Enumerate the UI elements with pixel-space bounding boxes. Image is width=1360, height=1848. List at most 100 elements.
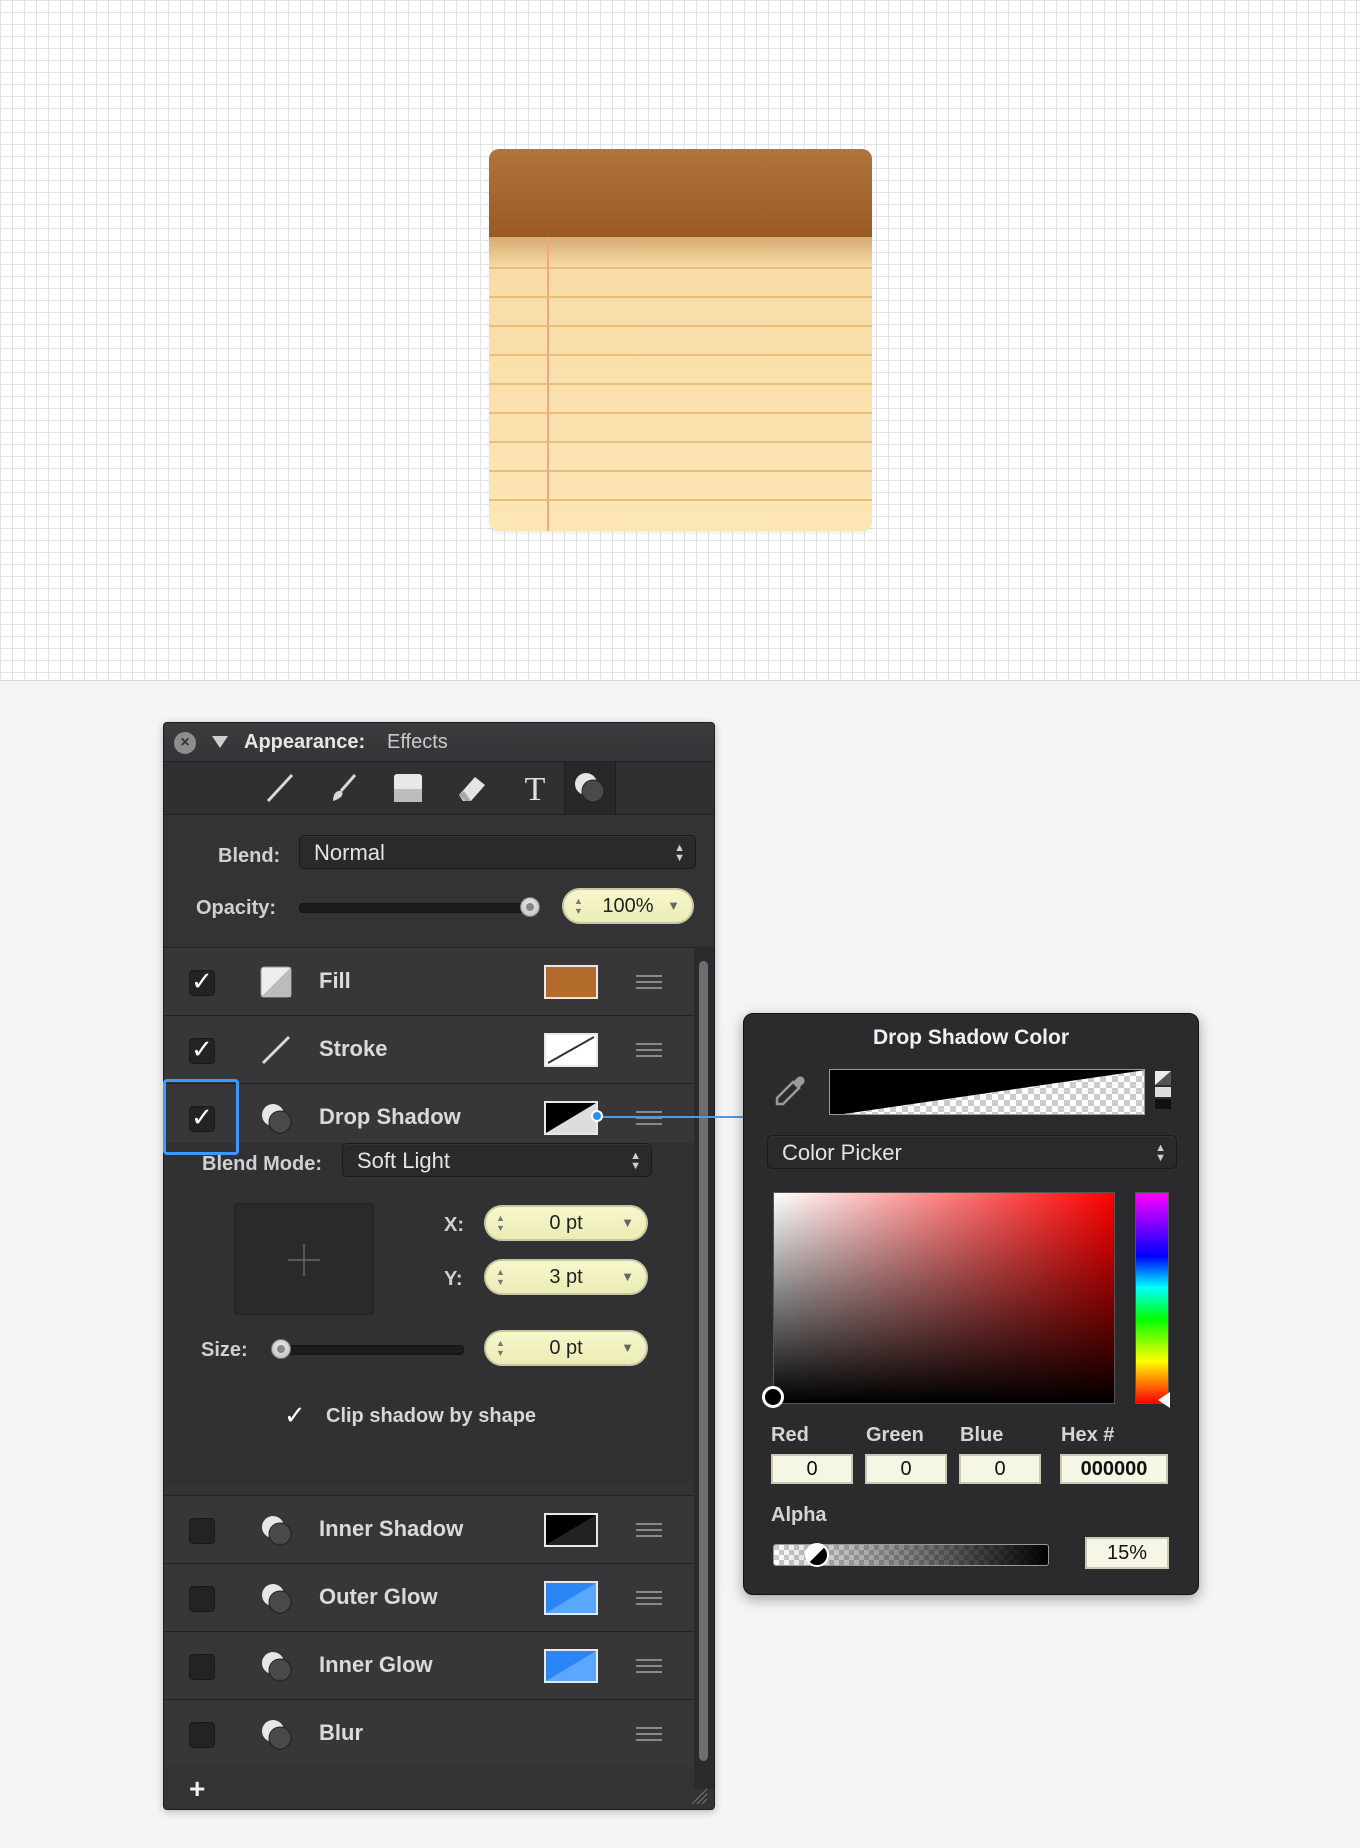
size-slider[interactable]	[272, 1345, 464, 1355]
fill-checkbox[interactable]: ✓	[189, 968, 215, 996]
effect-row-fill[interactable]: ✓ Fill	[164, 947, 694, 1015]
opacity-slider[interactable]	[299, 903, 539, 913]
chevron-down-icon[interactable]: ▼	[621, 1207, 634, 1239]
size-stepper[interactable]: ▲ ▼ 0 pt ▼	[484, 1330, 648, 1366]
opacity-value: 100%	[602, 895, 654, 917]
effect-row-blur[interactable]: Blur	[164, 1699, 694, 1767]
panel-subtitle: Effects	[387, 731, 448, 753]
effect-name: Inner Shadow	[319, 1516, 464, 1541]
drag-handle-icon[interactable]	[636, 1591, 662, 1605]
y-label: Y:	[444, 1268, 463, 1290]
drag-handle-icon[interactable]	[636, 1727, 662, 1741]
offset-pad[interactable]	[234, 1203, 374, 1315]
select-arrows-icon: ▲ ▼	[630, 1150, 641, 1172]
effect-name: Blur	[319, 1720, 363, 1745]
chevron-down-icon[interactable]: ▼	[621, 1332, 634, 1364]
effect-name: Inner Glow	[319, 1652, 433, 1677]
inner-shadow-color-swatch[interactable]	[544, 1513, 598, 1547]
x-offset-stepper[interactable]: ▲ ▼ 0 pt ▼	[484, 1205, 648, 1241]
popover-connector-line	[599, 1116, 745, 1118]
blur-checkbox[interactable]	[189, 1722, 215, 1748]
effect-row-stroke[interactable]: ✓ Stroke	[164, 1015, 694, 1083]
disclosure-triangle-icon[interactable]	[212, 736, 228, 748]
green-input[interactable]: 0	[865, 1454, 947, 1484]
blend-value: Normal	[314, 840, 385, 865]
effect-icon	[259, 1581, 293, 1615]
hue-slider-marker[interactable]	[1158, 1392, 1170, 1408]
notepad-margin-line	[547, 237, 549, 531]
chevron-down-icon[interactable]: ▼	[667, 890, 680, 922]
outer-glow-checkbox[interactable]	[189, 1586, 215, 1612]
color-cursor[interactable]	[762, 1386, 784, 1408]
panel-title: Appearance:	[244, 731, 366, 753]
notepad-header	[489, 149, 872, 237]
stepper-arrows-icon[interactable]: ▲ ▼	[574, 896, 583, 916]
red-label: Red	[771, 1424, 809, 1446]
effect-row-inner-shadow[interactable]: Inner Shadow	[164, 1495, 694, 1563]
blend-label: Blend:	[218, 845, 281, 867]
stroke-tool-icon[interactable]	[255, 766, 305, 810]
inner-shadow-checkbox[interactable]	[189, 1518, 215, 1544]
effect-row-inner-glow[interactable]: Inner Glow	[164, 1631, 694, 1699]
alpha-slider-knob[interactable]	[805, 1543, 829, 1567]
blend-select[interactable]: Normal ▲ ▼	[299, 835, 696, 869]
outer-glow-color-swatch[interactable]	[544, 1581, 598, 1615]
eyedropper-icon[interactable]	[771, 1072, 809, 1110]
alpha-input[interactable]: 15%	[1085, 1537, 1169, 1569]
inner-glow-color-swatch[interactable]	[544, 1649, 598, 1683]
inner-glow-checkbox[interactable]	[189, 1654, 215, 1680]
drag-handle-icon[interactable]	[636, 1111, 662, 1125]
picker-mode-value: Color Picker	[782, 1140, 902, 1165]
green-label: Green	[866, 1424, 924, 1446]
panel-titlebar[interactable]: × Appearance: Effects	[164, 723, 714, 762]
brush-tool-icon[interactable]	[319, 766, 369, 810]
hex-label: Hex #	[1061, 1424, 1115, 1446]
stroke-color-swatch[interactable]	[544, 1033, 598, 1067]
eraser-tool-icon[interactable]	[447, 766, 497, 810]
resize-grip-icon[interactable]	[690, 1787, 708, 1805]
fill-tool-icon[interactable]	[383, 766, 433, 810]
red-input[interactable]: 0	[771, 1454, 853, 1484]
effect-icon	[259, 1717, 293, 1751]
y-value: 3 pt	[549, 1266, 583, 1288]
drop-shadow-color-swatch[interactable]	[544, 1101, 598, 1135]
close-icon[interactable]: ×	[174, 732, 196, 754]
opacity-stepper[interactable]: ▲ ▼ 100% ▼	[562, 888, 694, 924]
fill-color-swatch[interactable]	[544, 965, 598, 999]
stroke-checkbox[interactable]: ✓	[189, 1036, 215, 1064]
stepper-arrows-icon[interactable]: ▲ ▼	[496, 1267, 505, 1287]
stepper-arrows-icon[interactable]: ▲ ▼	[496, 1338, 505, 1358]
text-tool-icon[interactable]: T	[510, 766, 560, 810]
drop-shadow-checkbox-focus-ring	[163, 1079, 239, 1155]
select-arrows-icon: ▲ ▼	[674, 842, 685, 864]
drag-handle-icon[interactable]	[636, 1523, 662, 1537]
blue-label: Blue	[960, 1424, 1004, 1446]
chevron-down-icon[interactable]: ▼	[621, 1261, 634, 1293]
clip-shadow-checkbox[interactable]: ✓	[284, 1400, 306, 1431]
appearance-toolbar: T	[164, 762, 714, 815]
drag-handle-icon[interactable]	[636, 975, 662, 989]
color-alpha-preview	[829, 1069, 1145, 1115]
picker-mode-select[interactable]: Color Picker ▲ ▼	[767, 1135, 1177, 1169]
hue-slider[interactable]	[1135, 1192, 1169, 1404]
blend-mode-select[interactable]: Soft Light ▲ ▼	[342, 1143, 652, 1177]
hex-input[interactable]: 000000	[1060, 1454, 1168, 1484]
opacity-slider-knob[interactable]	[520, 897, 540, 917]
drag-handle-icon[interactable]	[636, 1043, 662, 1057]
effects-tool-icon[interactable]	[564, 762, 616, 814]
drag-handle-icon[interactable]	[636, 1659, 662, 1673]
y-offset-stepper[interactable]: ▲ ▼ 3 pt ▼	[484, 1259, 648, 1295]
size-slider-knob[interactable]	[271, 1339, 291, 1359]
stepper-arrows-icon[interactable]: ▲ ▼	[496, 1213, 505, 1233]
saturation-brightness-field[interactable]	[773, 1192, 1115, 1404]
blue-input[interactable]: 0	[959, 1454, 1041, 1484]
panel-scrollbar[interactable]	[694, 947, 714, 1789]
drop-shadow-color-popover: Drop Shadow Color Color Picker ▲ ▼ Red Gr…	[743, 1013, 1199, 1595]
add-effect-button[interactable]: +	[189, 1773, 205, 1805]
notepad-illustration[interactable]	[489, 149, 872, 531]
svg-text:T: T	[525, 771, 546, 805]
size-label: Size:	[201, 1339, 248, 1361]
color-well-toggle-icon[interactable]	[1155, 1071, 1171, 1111]
effect-row-outer-glow[interactable]: Outer Glow	[164, 1563, 694, 1631]
scrollbar-thumb[interactable]	[699, 961, 708, 1761]
